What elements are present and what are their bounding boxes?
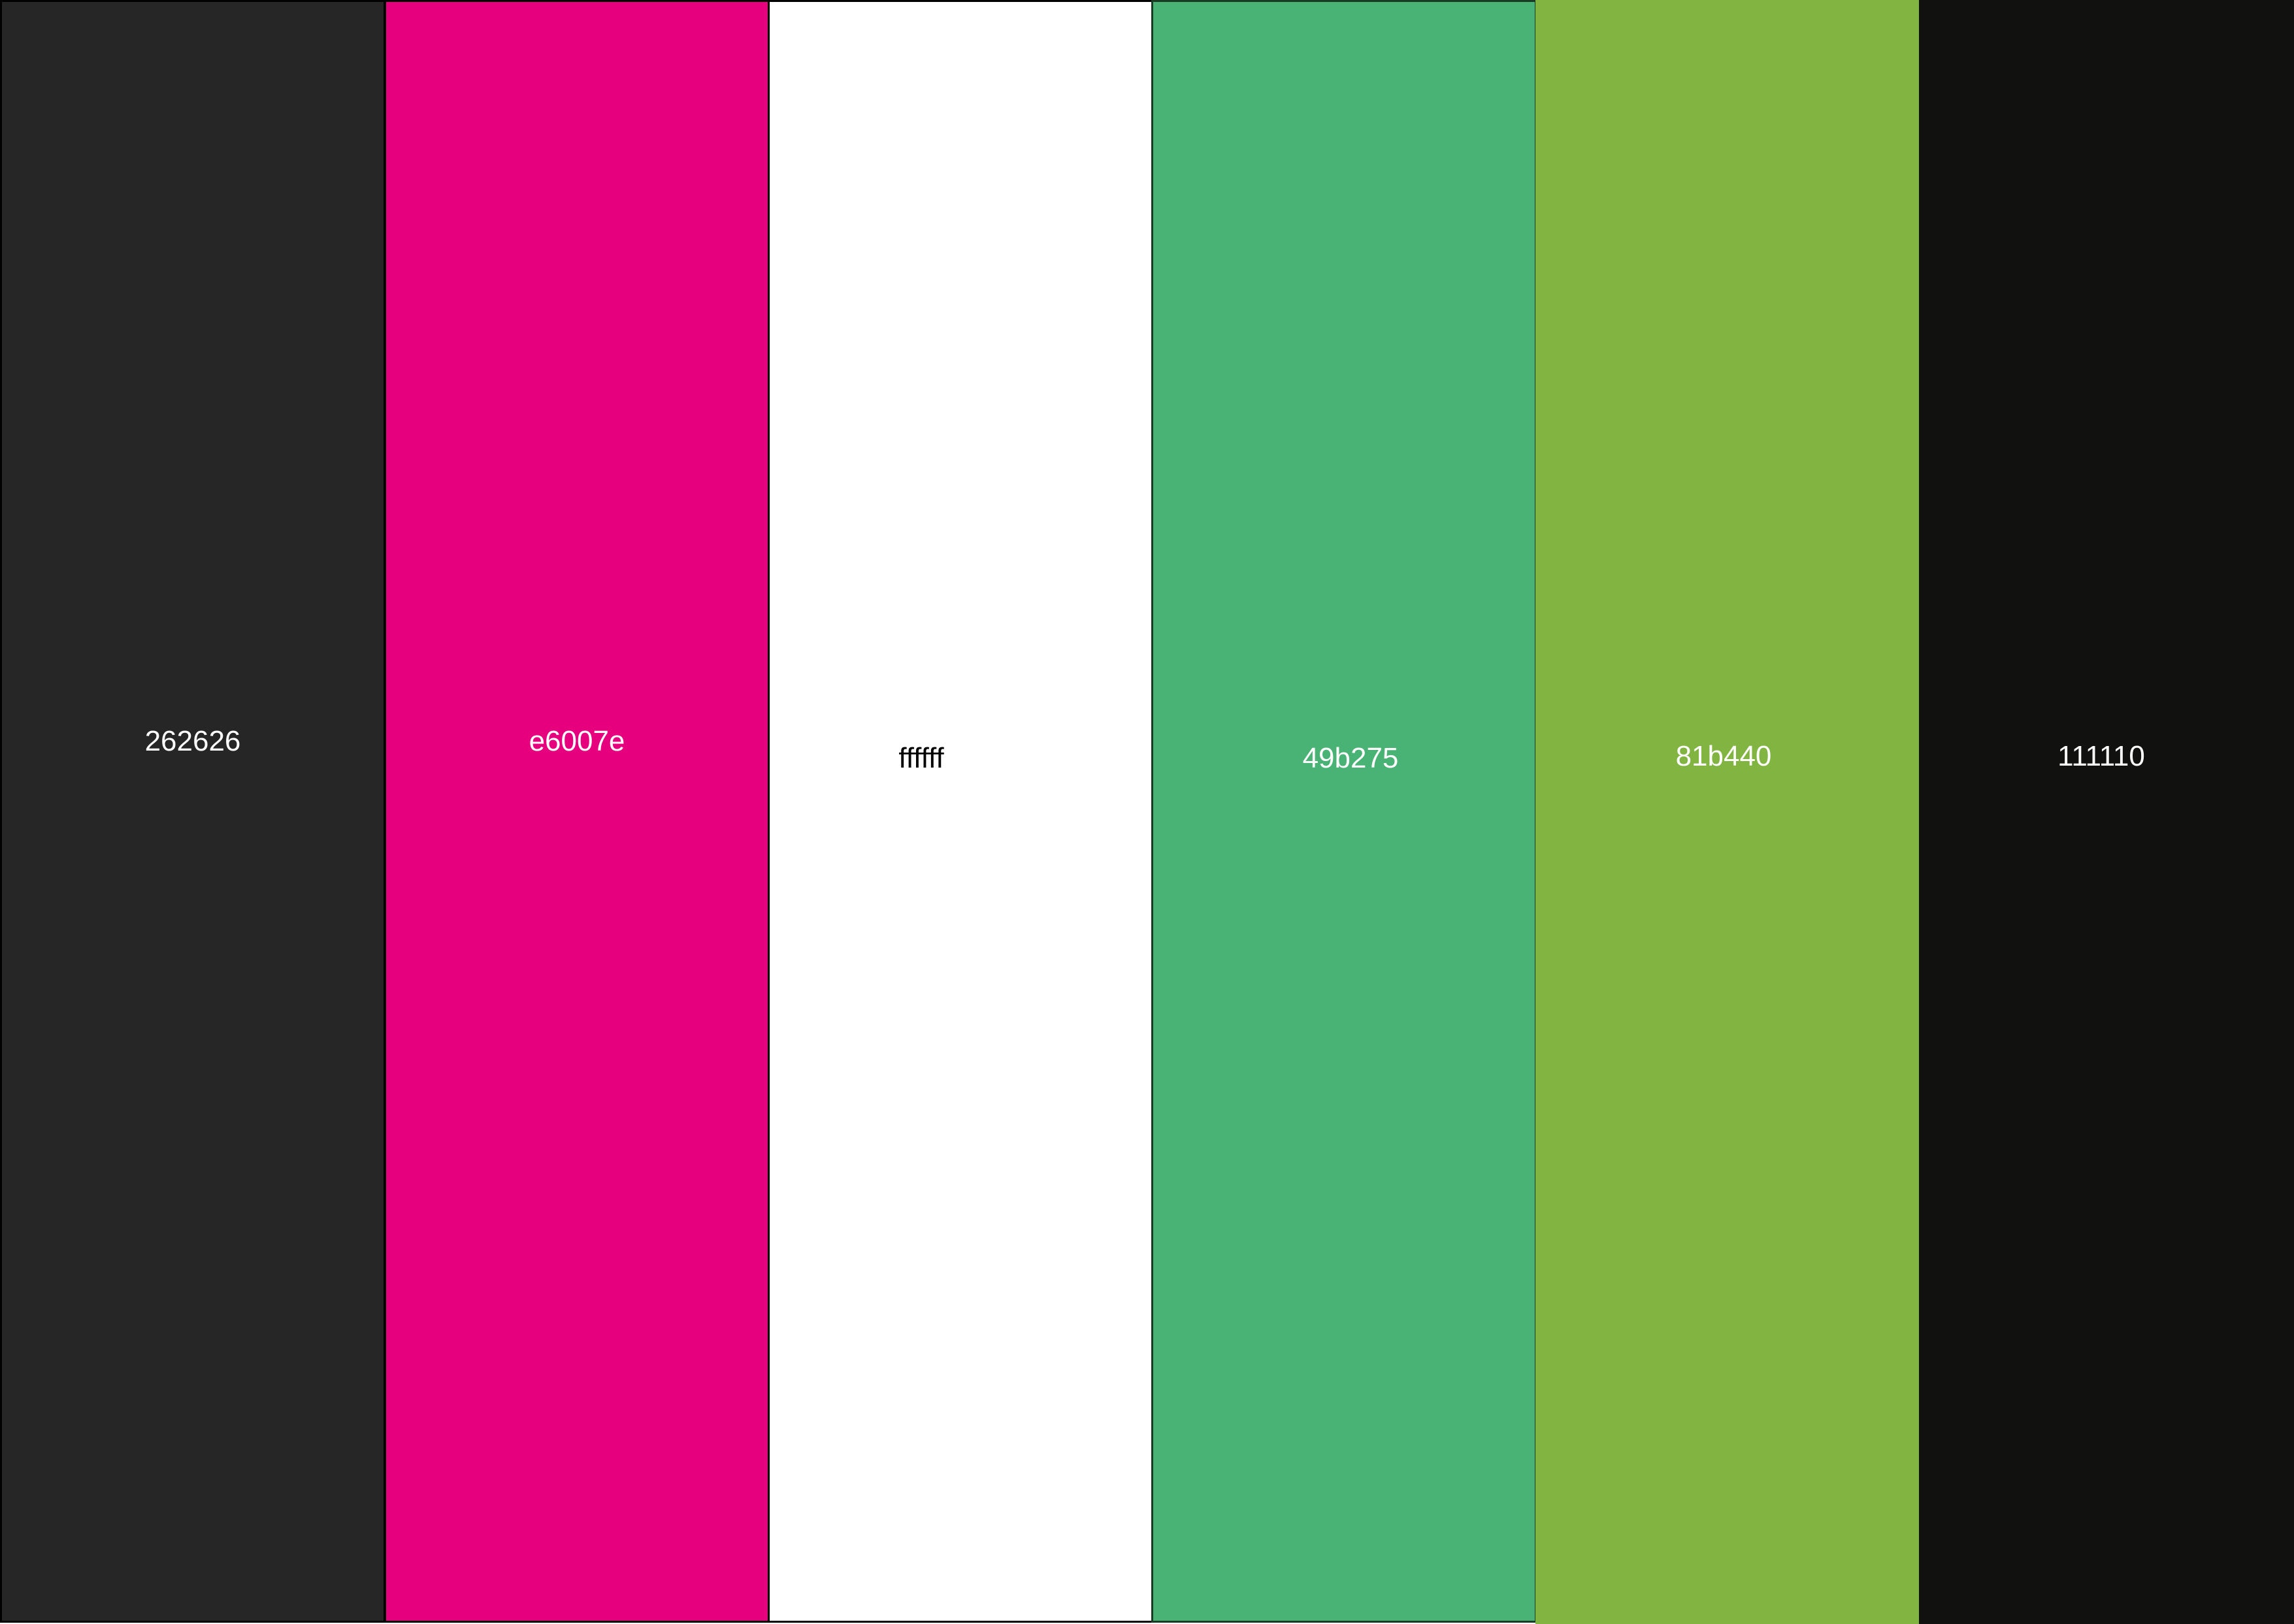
swatch-hex-label-4: 49b275	[1302, 742, 1399, 774]
color-swatch-6: 111110	[1919, 0, 2294, 1624]
swatch-hex-label-6: 111110	[2057, 740, 2145, 772]
color-swatch-3: ffffff	[768, 0, 1153, 1623]
swatch-hex-label-2: e6007e	[529, 725, 625, 757]
swatch-hex-label-5: 81b440	[1675, 740, 1772, 772]
swatch-hex-label-1: 262626	[144, 725, 241, 757]
color-swatch-1: 262626	[0, 0, 385, 1623]
color-swatch-5: 81b440	[1535, 0, 1920, 1624]
swatch-hex-label-3: ffffff	[898, 742, 944, 774]
color-palette: 262626 e6007e ffffff 49b275 81b440 11111…	[0, 0, 2294, 1624]
color-swatch-4: 49b275	[1151, 0, 1537, 1623]
color-swatch-2: e6007e	[384, 0, 770, 1623]
